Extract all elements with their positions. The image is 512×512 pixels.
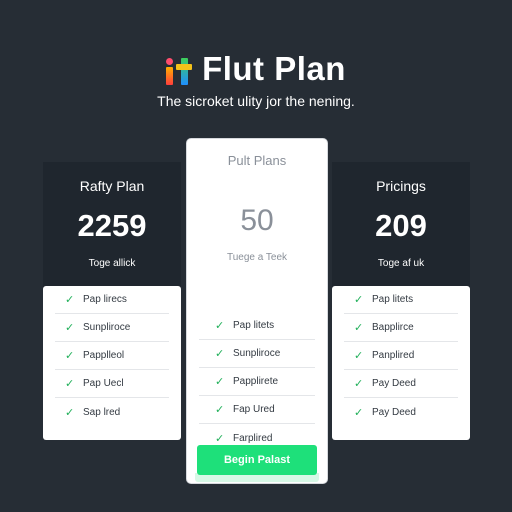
plan-card-featured: Pult Plans 50 Tuege a Teek ✓ Pap litets ✓…: [187, 139, 327, 483]
plan-price: 2259: [77, 208, 147, 243]
check-icon: ✓: [215, 348, 225, 360]
brand-header: Flut Plan: [0, 50, 512, 88]
list-item: ✓ Sunpliroce: [55, 314, 169, 342]
plan-tagline: Tuege a Teek: [226, 252, 288, 263]
list-item: ✓ Panplired: [344, 342, 458, 370]
check-icon: ✓: [354, 406, 364, 419]
list-item: ✓ Fap Ured: [199, 396, 315, 424]
list-item: ✓ Pap litets: [199, 312, 315, 340]
check-icon: ✓: [215, 404, 225, 416]
check-icon: ✓: [215, 376, 225, 388]
it-logo-icon: [166, 53, 193, 85]
plan-name: Rafty Plan: [79, 178, 145, 194]
list-item: ✓ Pap lirecs: [55, 286, 169, 314]
plan-price: 209: [375, 208, 427, 243]
plan-price: 50: [240, 204, 274, 237]
feature-list-right: ✓ Pap litets ✓ Bapplirce ✓ Panplired ✓ Pay D…: [332, 286, 470, 440]
plan-name: Pult Plans: [227, 153, 287, 168]
begin-plan-button[interactable]: Begin Palast: [197, 445, 317, 475]
check-icon: ✓: [354, 294, 364, 306]
pricing-page: Flut Plan The sicroket ulity jor the nen…: [0, 0, 512, 512]
check-icon: ✓: [65, 378, 75, 390]
list-item: ✓ Papplirete: [199, 368, 315, 396]
check-icon: ✓: [215, 320, 225, 332]
list-item: ✓ Sap lred: [65, 406, 121, 419]
check-icon: ✓: [354, 350, 364, 362]
plan-name: Pricings: [376, 178, 426, 194]
feature-list-left: ✓ Pap lirecs ✓ Sunpliroce ✓ Papplleol ✓ Pap …: [43, 286, 181, 440]
plan-tagline: Toge af uk: [377, 258, 425, 269]
check-icon: ✓: [65, 350, 75, 362]
list-item: ✓ Pay Deed: [354, 406, 416, 419]
check-icon: ✓: [354, 322, 364, 334]
list-item: ✓ Papplleol: [55, 342, 169, 370]
list-item: ✓ Pap litets: [344, 286, 458, 314]
check-icon: ✓: [65, 294, 75, 306]
plan-card-right: Pricings 209 Toge af uk: [332, 162, 470, 292]
page-subtitle: The sicroket ulity jor the nening.: [157, 93, 355, 109]
plan-card-left: Rafty Plan 2259 Toge allick: [43, 162, 181, 292]
feature-list-featured: ✓ Pap litets ✓ Sunpliroce ✓ Papplirete ✓ Fap…: [199, 312, 315, 452]
list-item: ✓ Sunpliroce: [199, 340, 315, 368]
check-icon: ✓: [65, 322, 75, 334]
list-item: ✓ Bapplirce: [344, 314, 458, 342]
plan-tagline: Toge allick: [88, 258, 136, 269]
check-icon: ✓: [215, 432, 225, 445]
check-icon: ✓: [354, 378, 364, 390]
list-item: ✓ Pay Deed: [344, 370, 458, 398]
check-icon: ✓: [65, 406, 75, 419]
page-title: Flut Plan: [202, 50, 346, 87]
list-item: ✓ Pap Uecl: [55, 370, 169, 398]
